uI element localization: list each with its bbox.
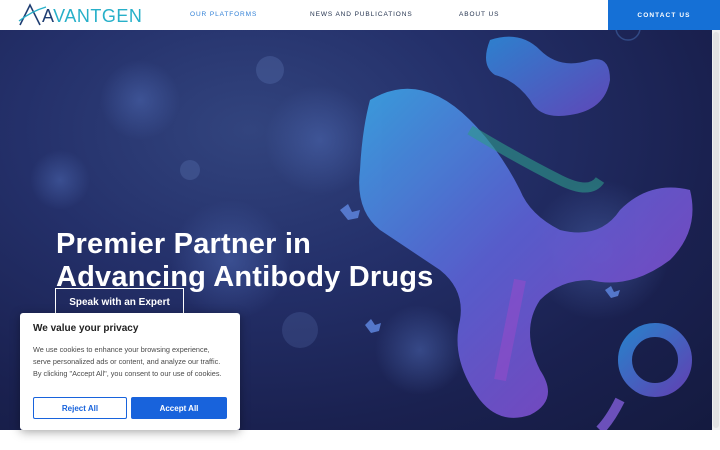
contact-us-button[interactable]: CONTACT US	[608, 0, 720, 30]
accept-all-button[interactable]: Accept All	[131, 397, 227, 419]
scrollbar-thumb[interactable]	[713, 32, 719, 428]
cookie-description: We use cookies to enhance your browsing …	[33, 345, 222, 378]
site-header: AVANTGEN OUR PLATFORMS NEWS AND PUBLICAT…	[0, 0, 720, 30]
cookie-consent-banner: We value your privacy We use cookies to …	[20, 313, 240, 430]
reject-all-button[interactable]: Reject All	[33, 397, 127, 419]
logo-letters: VANTGEN	[53, 6, 143, 26]
nav-news-publications[interactable]: NEWS AND PUBLICATIONS	[310, 11, 413, 18]
logo-letter-a: A	[42, 6, 54, 26]
nav-our-platforms[interactable]: OUR PLATFORMS	[190, 11, 257, 18]
logo-text: AVANTGEN	[42, 6, 142, 27]
avantgen-logo[interactable]: AVANTGEN	[18, 3, 143, 27]
cookie-buttons: Reject All Accept All	[33, 397, 227, 419]
nav-about-us[interactable]: ABOUT US	[459, 11, 499, 18]
speak-with-expert-button[interactable]: Speak with an Expert	[55, 288, 184, 316]
cookie-title: We value your privacy	[33, 323, 139, 334]
headline-line-1: Premier Partner in	[56, 228, 312, 260]
hero-headline: Premier Partner in Advancing Antibody Dr…	[56, 228, 476, 294]
